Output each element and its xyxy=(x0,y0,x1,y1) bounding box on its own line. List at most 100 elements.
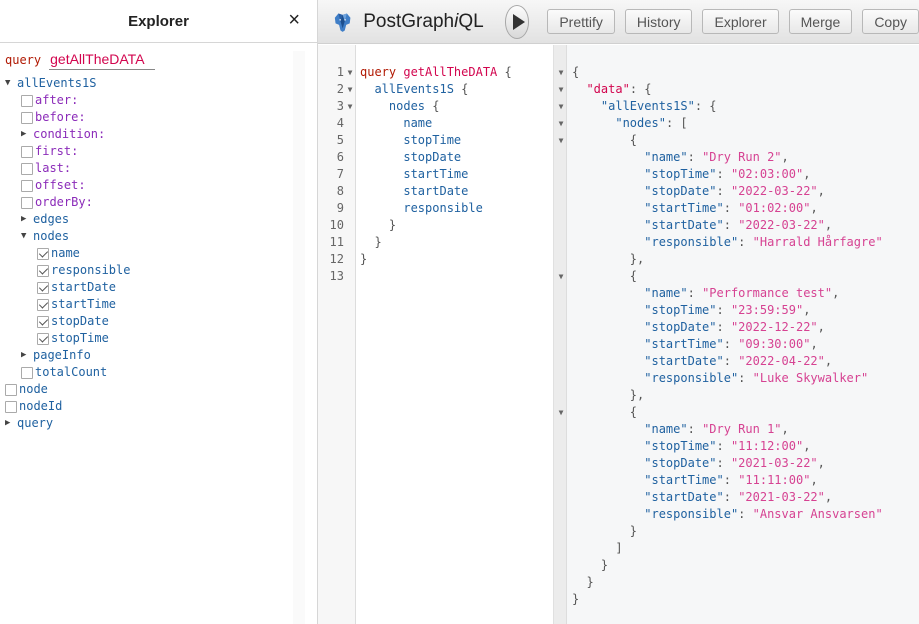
caret-right-icon[interactable]: ▶ xyxy=(21,126,33,143)
explorer-button[interactable]: Explorer xyxy=(702,9,779,34)
code-line[interactable]: 4 name xyxy=(318,115,553,132)
checkbox-icon[interactable] xyxy=(21,196,33,209)
tree-item-edges[interactable]: ▶ edges xyxy=(5,211,317,228)
tree-item-starttime[interactable]: startTime xyxy=(5,296,317,313)
explorer-scrollbar[interactable] xyxy=(293,51,305,624)
tree-item-first[interactable]: first: xyxy=(5,143,317,160)
tree-item-after[interactable]: after: xyxy=(5,92,317,109)
tree-item-pageinfo[interactable]: ▶ pageInfo xyxy=(5,347,317,364)
code-line[interactable]: 7 startTime xyxy=(318,166,553,183)
prettify-button[interactable]: Prettify xyxy=(547,9,615,34)
code-text: } xyxy=(356,217,396,234)
checkbox-checked-icon[interactable] xyxy=(37,315,49,328)
checkbox-icon[interactable] xyxy=(21,366,33,379)
fold-arrow-icon[interactable]: ▼ xyxy=(554,268,568,285)
code-line[interactable]: 3 ▼ nodes { xyxy=(318,98,553,115)
checkbox-checked-icon[interactable] xyxy=(37,247,49,260)
close-icon[interactable]: × xyxy=(288,10,300,30)
run-button[interactable] xyxy=(504,4,530,39)
code-line[interactable]: 6 stopDate xyxy=(318,149,553,166)
code-token: name xyxy=(403,116,433,130)
tree-item-before[interactable]: before: xyxy=(5,109,317,126)
result-token: "startDate" xyxy=(644,354,724,368)
checkbox-icon[interactable] xyxy=(21,94,33,107)
query-editor[interactable]: 1 ▼ query getAllTheDATA {2 ▼ allEvents1S {3… xyxy=(318,45,554,624)
tree-item-node[interactable]: node xyxy=(5,381,317,398)
tree-item-condition[interactable]: ▶ condition: xyxy=(5,126,317,143)
caret-right-icon[interactable]: ▶ xyxy=(21,347,33,364)
tree-item-label: orderBy: xyxy=(35,195,93,209)
result-token: : xyxy=(738,371,753,385)
checkbox-icon[interactable] xyxy=(21,145,33,158)
result-line: ▼ "allEvents1S": { xyxy=(554,98,883,115)
checkbox-icon[interactable] xyxy=(5,400,17,413)
result-token: "2022-04-22" xyxy=(738,354,825,368)
code-line[interactable]: 5 stopTime xyxy=(318,132,553,149)
code-line[interactable]: 9 responsible xyxy=(318,200,553,217)
checkbox-checked-icon[interactable] xyxy=(37,264,49,277)
checkbox-icon[interactable] xyxy=(21,162,33,175)
checkbox-checked-icon[interactable] xyxy=(37,281,49,294)
code-line[interactable]: 10 } xyxy=(318,217,553,234)
checkbox-icon[interactable] xyxy=(21,179,33,192)
result-line: "responsible": "Ansvar Ansvarsen" xyxy=(554,506,882,523)
caret-right-icon[interactable]: ▶ xyxy=(21,211,33,228)
caret-down-icon[interactable]: ▼ xyxy=(5,75,17,92)
checkbox-icon[interactable] xyxy=(5,383,17,396)
tree-item-stopdate[interactable]: stopDate xyxy=(5,313,317,330)
result-token: "2022-03-22" xyxy=(730,184,818,198)
tree-item-nodes[interactable]: ▼ nodes xyxy=(5,228,317,245)
fold-arrow-icon[interactable]: ▼ xyxy=(344,81,356,98)
result-text: { xyxy=(568,132,637,149)
tree-item-responsible[interactable]: responsible xyxy=(5,262,317,279)
result-token: "stopDate" xyxy=(644,456,717,470)
tree-item-allevents1s[interactable]: ▼ allEvents1S xyxy=(5,75,317,92)
tree-item-startdate[interactable]: startDate xyxy=(5,279,317,296)
fold-arrow-icon[interactable]: ▼ xyxy=(554,132,568,149)
code-line[interactable]: 2 ▼ allEvents1S { xyxy=(318,81,553,98)
fold-arrow-icon[interactable]: ▼ xyxy=(554,404,568,421)
merge-button[interactable]: Merge xyxy=(788,9,853,34)
code-text: query getAllTheDATA { xyxy=(356,64,512,81)
result-line: "stopDate": "2022-03-22", xyxy=(554,183,883,200)
result-token: ] xyxy=(615,541,623,555)
fold-arrow-icon[interactable]: ▼ xyxy=(554,98,568,115)
copy-button[interactable]: Copy xyxy=(862,9,919,34)
history-button[interactable]: History xyxy=(624,9,693,34)
code-line[interactable]: 8 startDate xyxy=(318,183,553,200)
caret-down-icon[interactable]: ▼ xyxy=(21,228,33,245)
tree-item-query[interactable]: ▶ query xyxy=(5,415,317,432)
fold-arrow-icon[interactable]: ▼ xyxy=(344,98,356,115)
code-line[interactable]: 12} xyxy=(318,251,553,268)
checkbox-icon[interactable] xyxy=(21,111,33,124)
code-line[interactable]: 1 ▼ query getAllTheDATA { xyxy=(318,64,553,81)
caret-right-icon[interactable]: ▶ xyxy=(5,415,17,432)
checkbox-checked-icon[interactable] xyxy=(37,298,49,311)
code-line[interactable]: 11 } xyxy=(318,234,553,251)
code-line[interactable]: 13 xyxy=(318,268,553,285)
query-code[interactable]: 1 ▼ query getAllTheDATA {2 ▼ allEvents1S {3… xyxy=(318,64,553,285)
result-token: , xyxy=(803,167,811,181)
tree-item-offset[interactable]: offset: xyxy=(5,177,317,194)
tree-item-name[interactable]: name xyxy=(5,245,317,262)
tree-item-nodeid[interactable]: nodeId xyxy=(5,398,317,415)
result-line: "stopTime": "11:12:00", xyxy=(554,438,883,455)
line-number: 1 xyxy=(336,65,344,79)
tree-item-stoptime[interactable]: stopTime xyxy=(5,330,317,347)
result-line: "responsible": "Harrald Hårfagre" xyxy=(554,234,882,251)
fold-arrow-icon[interactable]: ▼ xyxy=(554,64,568,81)
fold-arrow-icon[interactable]: ▼ xyxy=(344,64,356,81)
checkbox-checked-icon[interactable] xyxy=(37,332,49,345)
tree-item-last[interactable]: last: xyxy=(5,160,317,177)
fold-arrow-icon[interactable]: ▼ xyxy=(554,81,568,98)
result-token: , xyxy=(832,286,840,300)
tree-item-orderby[interactable]: orderBy: xyxy=(5,194,317,211)
operation-name-input[interactable]: getAllTheDATA xyxy=(49,51,155,70)
fold-arrow-icon[interactable]: ▼ xyxy=(554,115,568,132)
result-token: { xyxy=(629,269,638,283)
result-text: { xyxy=(568,64,579,81)
tree-item-totalcount[interactable]: totalCount xyxy=(5,364,317,381)
